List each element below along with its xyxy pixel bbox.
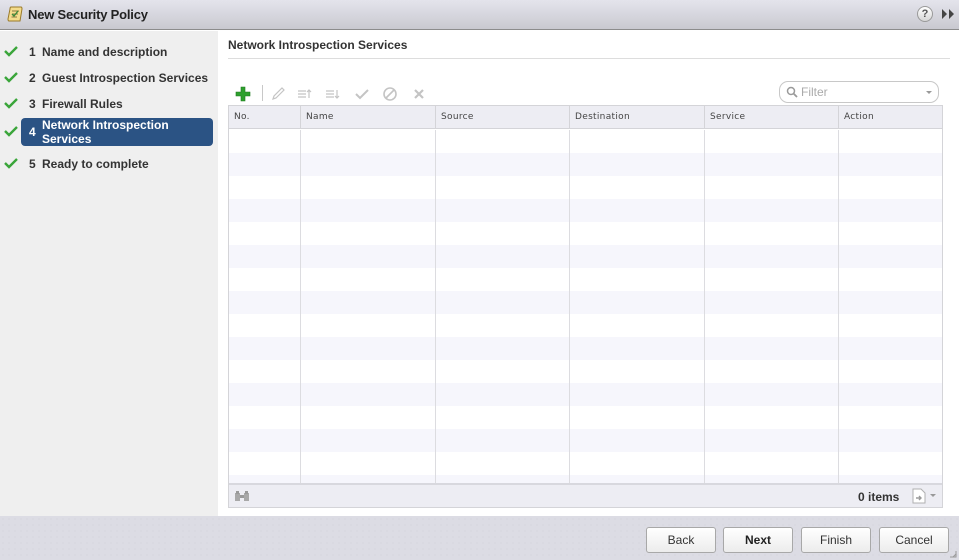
empty-table-row xyxy=(229,130,942,153)
column-divider xyxy=(569,130,570,483)
checkmark-icon xyxy=(4,72,18,83)
plus-icon[interactable] xyxy=(235,86,251,102)
resize-grip-icon[interactable] xyxy=(949,550,957,558)
prohibit-icon[interactable] xyxy=(382,86,398,102)
step-number: 3 xyxy=(29,97,36,111)
wizard-step-2[interactable]: 2 Guest Introspection Services xyxy=(0,67,218,89)
column-divider xyxy=(704,130,705,483)
rules-table: No. Name Source Destination Service Acti… xyxy=(228,105,943,508)
column-header-name[interactable]: Name xyxy=(301,106,436,129)
back-button[interactable]: Back xyxy=(646,527,716,553)
column-divider xyxy=(838,130,839,483)
move-down-icon[interactable] xyxy=(325,86,341,102)
step-number: 1 xyxy=(29,45,36,59)
filter-text-field[interactable] xyxy=(801,84,919,100)
empty-table-row xyxy=(229,222,942,245)
wizard-step-5[interactable]: 5 Ready to complete xyxy=(0,153,218,175)
item-count: 0 items xyxy=(858,490,900,504)
checkmark-icon xyxy=(4,126,18,137)
column-divider xyxy=(435,130,436,483)
help-icon[interactable]: ? xyxy=(917,6,933,22)
empty-table-row xyxy=(229,360,942,383)
empty-table-row xyxy=(229,245,942,268)
wizard-steps-sidebar: 1 Name and description 2 Guest Introspec… xyxy=(0,31,218,516)
empty-table-row xyxy=(229,314,942,337)
column-divider xyxy=(300,130,301,483)
empty-table-row xyxy=(229,199,942,222)
wizard-step-3[interactable]: 3 Firewall Rules xyxy=(0,93,218,115)
export-icon[interactable] xyxy=(912,488,926,504)
binoculars-icon[interactable] xyxy=(234,490,250,502)
column-header-no[interactable]: No. xyxy=(229,106,301,129)
finish-button[interactable]: Finish xyxy=(801,527,871,553)
checkmark-icon xyxy=(4,158,18,169)
table-footer: 0 items xyxy=(229,483,942,507)
checkmark-icon xyxy=(4,98,18,109)
column-header-source[interactable]: Source xyxy=(436,106,570,129)
wizard-footer: Back Next Finish Cancel xyxy=(0,516,959,560)
page-title: Network Introspection Services xyxy=(228,38,408,52)
empty-table-row xyxy=(229,268,942,291)
step-label: Guest Introspection Services xyxy=(42,71,209,85)
empty-table-row xyxy=(229,291,942,314)
filter-dropdown-caret-icon[interactable] xyxy=(926,91,932,94)
empty-table-row xyxy=(229,337,942,360)
main-panel: Network Introspection Services Filter No… xyxy=(218,31,959,516)
move-up-icon[interactable] xyxy=(297,86,313,102)
cancel-button[interactable]: Cancel xyxy=(879,527,949,553)
next-button[interactable]: Next xyxy=(723,527,793,553)
empty-table-row xyxy=(229,452,942,475)
step-label: Network Introspection Services xyxy=(42,118,169,146)
wizard-step-1[interactable]: 1 Name and description xyxy=(0,41,218,63)
step-number: 4 xyxy=(29,125,36,139)
dialog-title: New Security Policy xyxy=(28,7,148,22)
empty-table-row xyxy=(229,429,942,452)
empty-table-row xyxy=(229,176,942,199)
column-header-destination[interactable]: Destination xyxy=(570,106,705,129)
pencil-icon[interactable] xyxy=(270,86,286,102)
checkmark-icon[interactable] xyxy=(354,86,370,102)
heading-divider xyxy=(228,58,950,59)
search-icon xyxy=(786,86,798,98)
step-label: Name and description xyxy=(42,45,168,59)
table-header: No. Name Source Destination Service Acti… xyxy=(229,106,942,129)
column-header-action[interactable]: Action xyxy=(839,106,942,129)
x-icon[interactable] xyxy=(411,86,427,102)
table-body xyxy=(229,130,942,498)
step-label: Firewall Rules xyxy=(42,97,123,111)
empty-table-row xyxy=(229,153,942,176)
step-number: 5 xyxy=(29,157,36,171)
step-number: 2 xyxy=(29,71,36,85)
checkmark-icon xyxy=(4,46,18,57)
empty-table-row xyxy=(229,383,942,406)
dialog-titlebar: New Security Policy ? xyxy=(0,0,959,30)
policy-scroll-icon xyxy=(7,6,23,22)
step-label: Ready to complete xyxy=(42,157,149,171)
toolbar-separator xyxy=(262,85,263,101)
export-dropdown-caret-icon[interactable] xyxy=(930,494,936,497)
double-chevron-right-icon[interactable] xyxy=(941,8,955,20)
empty-table-row xyxy=(229,406,942,429)
column-header-service[interactable]: Service xyxy=(705,106,839,129)
filter-input[interactable] xyxy=(779,81,939,103)
rules-toolbar xyxy=(228,83,468,105)
wizard-step-4-active[interactable]: 4 Network Introspection Services xyxy=(0,118,218,146)
